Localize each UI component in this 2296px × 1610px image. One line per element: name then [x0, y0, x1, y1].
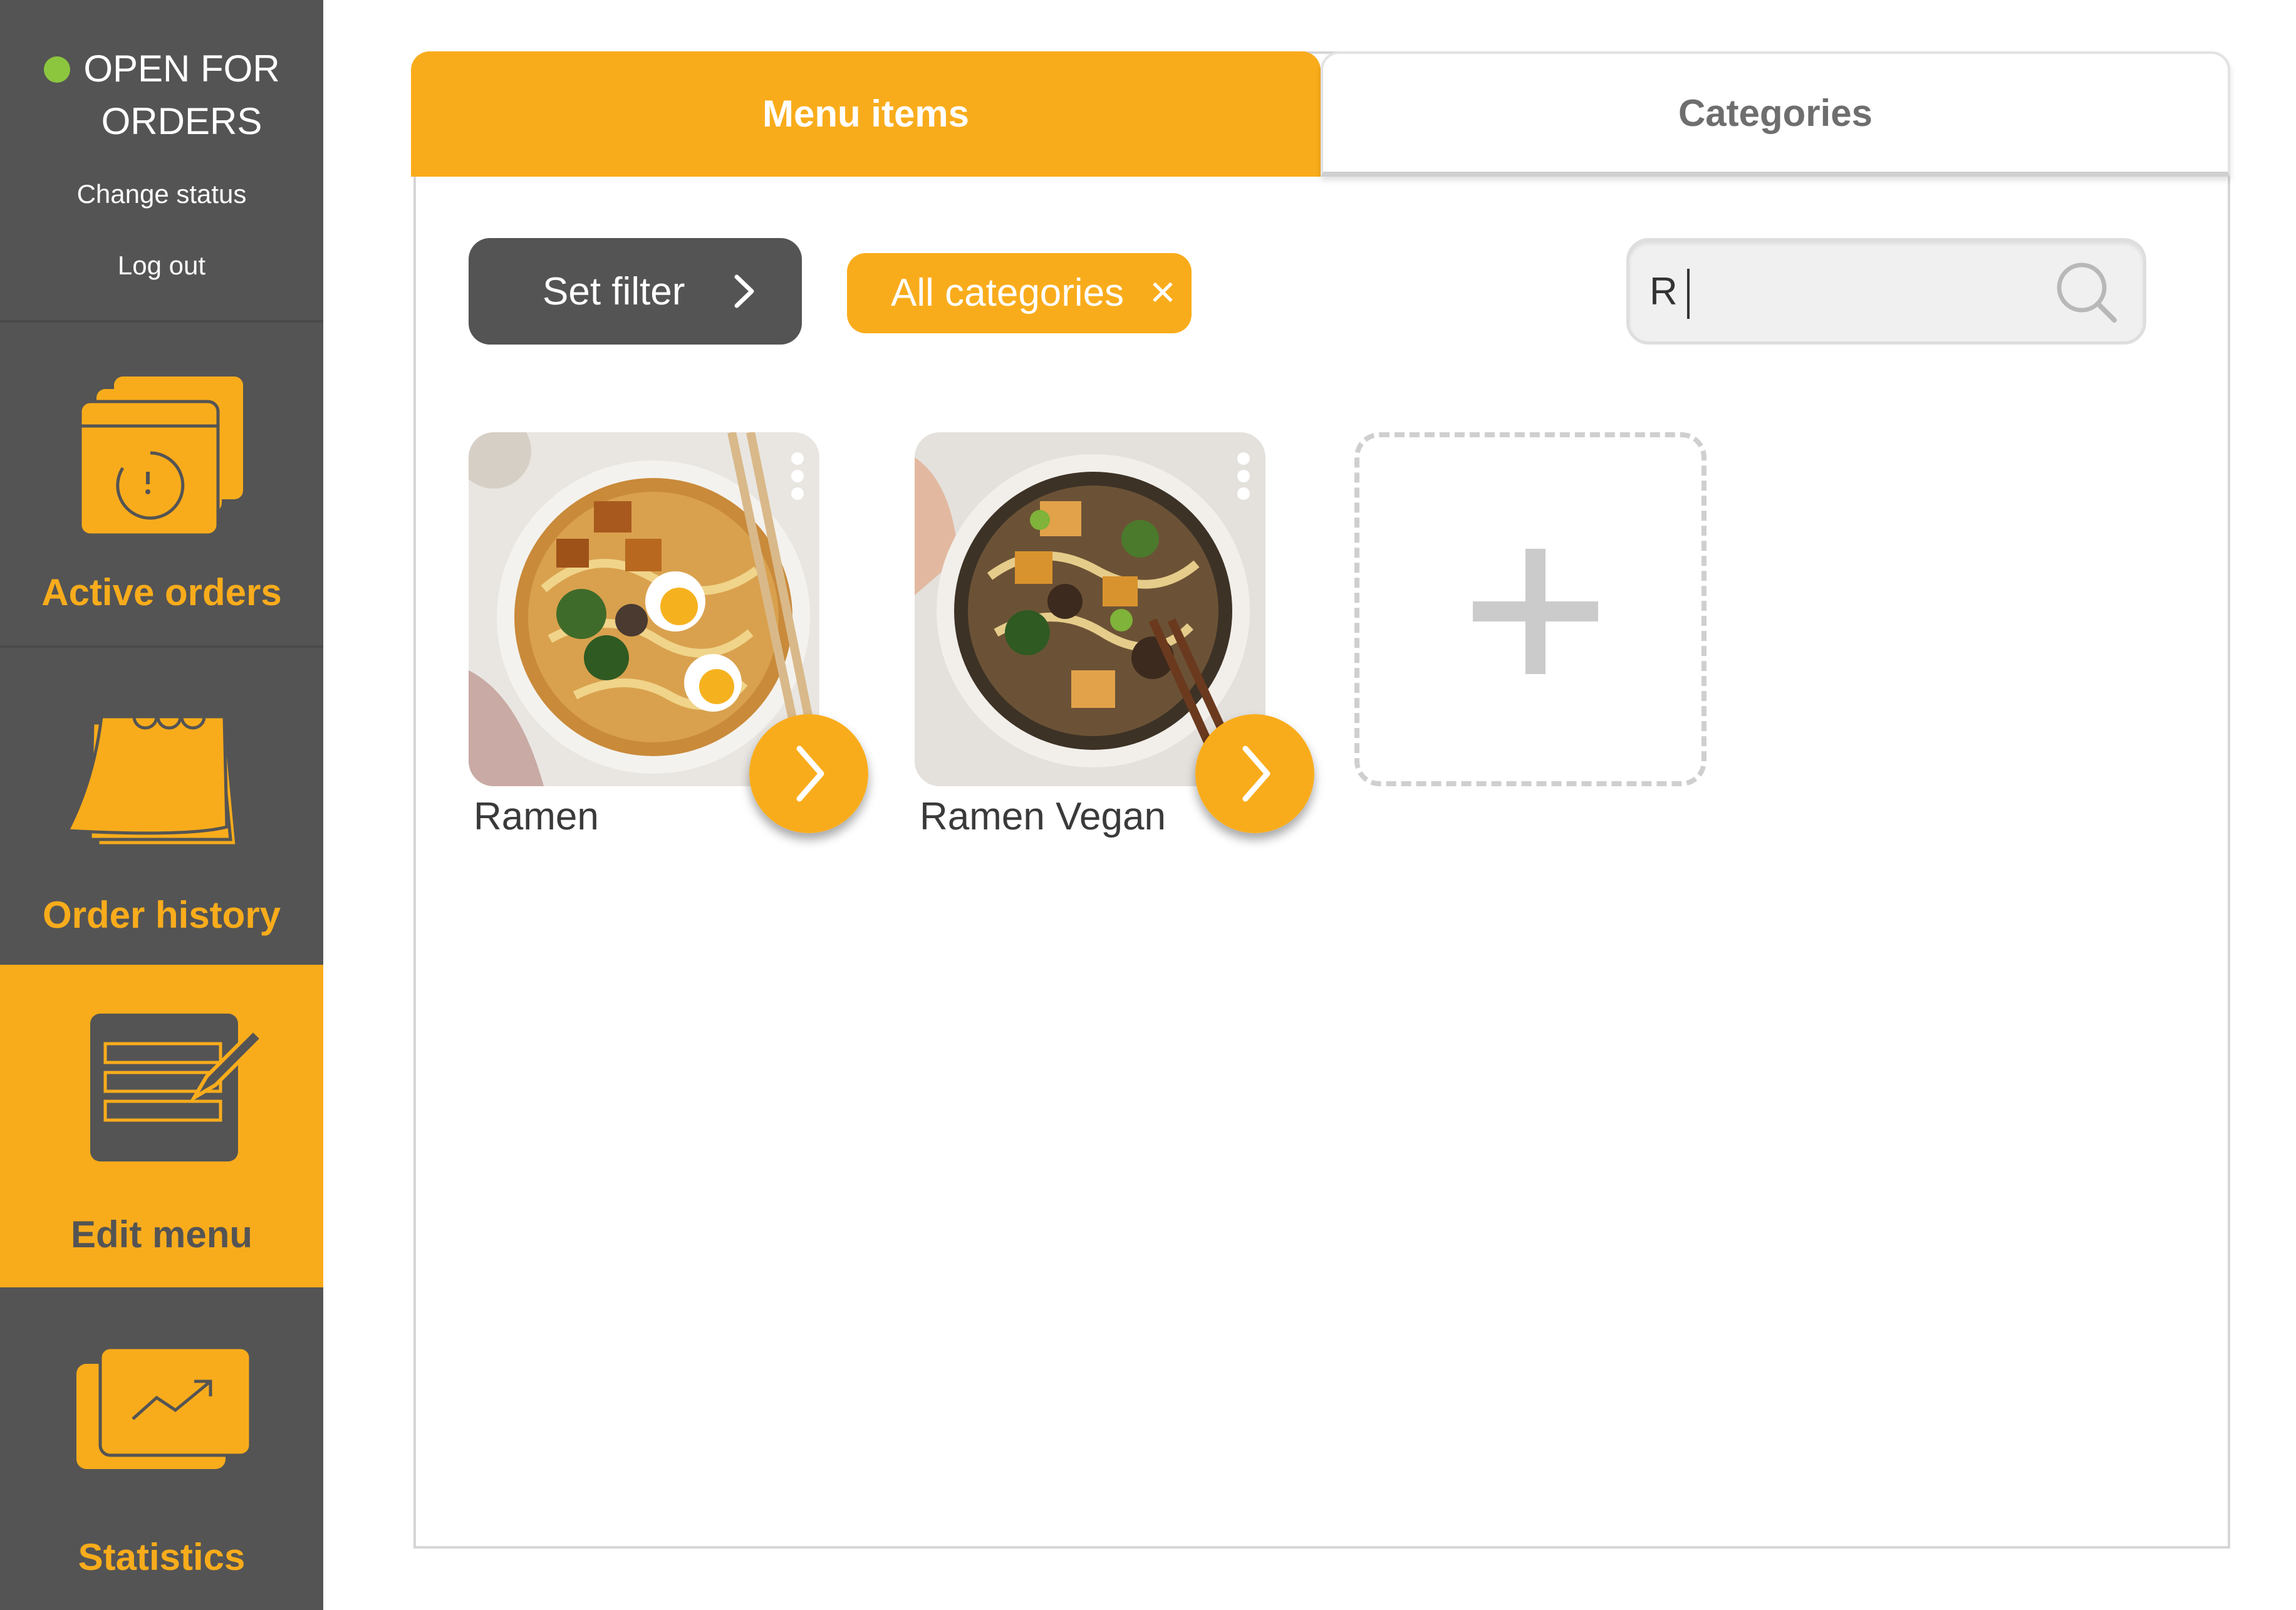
more-options-icon[interactable]	[788, 452, 807, 502]
close-icon[interactable]: ✕	[1144, 253, 1182, 333]
search-input[interactable]	[1648, 254, 2024, 329]
plus-icon-vertical	[1525, 549, 1545, 674]
search-field[interactable]	[1626, 238, 2146, 345]
sidebar: OPEN FOR ORDERS Change status Log out Ac…	[0, 0, 323, 1610]
text-cursor	[1687, 269, 1690, 319]
category-chip-label: All categories	[891, 271, 1125, 314]
status-line-2: ORDERS	[101, 100, 262, 142]
active-orders-icon	[78, 377, 243, 537]
add-item-card[interactable]	[1354, 432, 1706, 786]
nav-active-orders[interactable]: Active orders	[0, 323, 323, 645]
store-status: OPEN FOR ORDERS Change status Log out	[0, 0, 323, 323]
search-icon[interactable]	[2049, 255, 2124, 330]
nav-label-order-history: Order history	[42, 894, 281, 936]
chevron-right-icon[interactable]	[749, 714, 868, 833]
menu-item-name: Ramen	[474, 795, 599, 838]
statistics-icon	[76, 1346, 252, 1469]
chevron-right-icon[interactable]	[1195, 714, 1314, 833]
edit-menu-icon	[90, 1014, 265, 1161]
status-indicator-dot	[44, 56, 70, 83]
change-status-link[interactable]: Change status	[0, 179, 323, 209]
nav-label-edit-menu: Edit menu	[70, 1213, 252, 1255]
log-out-link[interactable]: Log out	[0, 251, 323, 281]
nav-edit-menu[interactable]: Edit menu	[0, 965, 323, 1287]
set-filter-button[interactable]: Set filter	[469, 238, 802, 345]
status-line-1: OPEN FOR	[83, 48, 280, 90]
nav-order-history[interactable]: Order history	[0, 645, 323, 968]
status-text: OPEN FOR ORDERS	[75, 43, 288, 148]
nav-label-statistics: Statistics	[78, 1536, 246, 1578]
nav-statistics[interactable]: Statistics	[0, 1287, 323, 1610]
tab-menu-items[interactable]: Menu items	[411, 51, 1321, 177]
category-filter-chip[interactable]: All categories ✕	[847, 253, 1192, 333]
menu-item-name: Ramen Vegan	[920, 795, 1166, 838]
nav-label-active-orders: Active orders	[41, 571, 282, 613]
set-filter-label: Set filter	[543, 269, 685, 313]
tab-categories[interactable]: Categories	[1321, 51, 2230, 177]
more-options-icon[interactable]	[1234, 452, 1253, 502]
calendar-icon	[65, 704, 239, 848]
chevron-right-icon	[734, 274, 754, 308]
